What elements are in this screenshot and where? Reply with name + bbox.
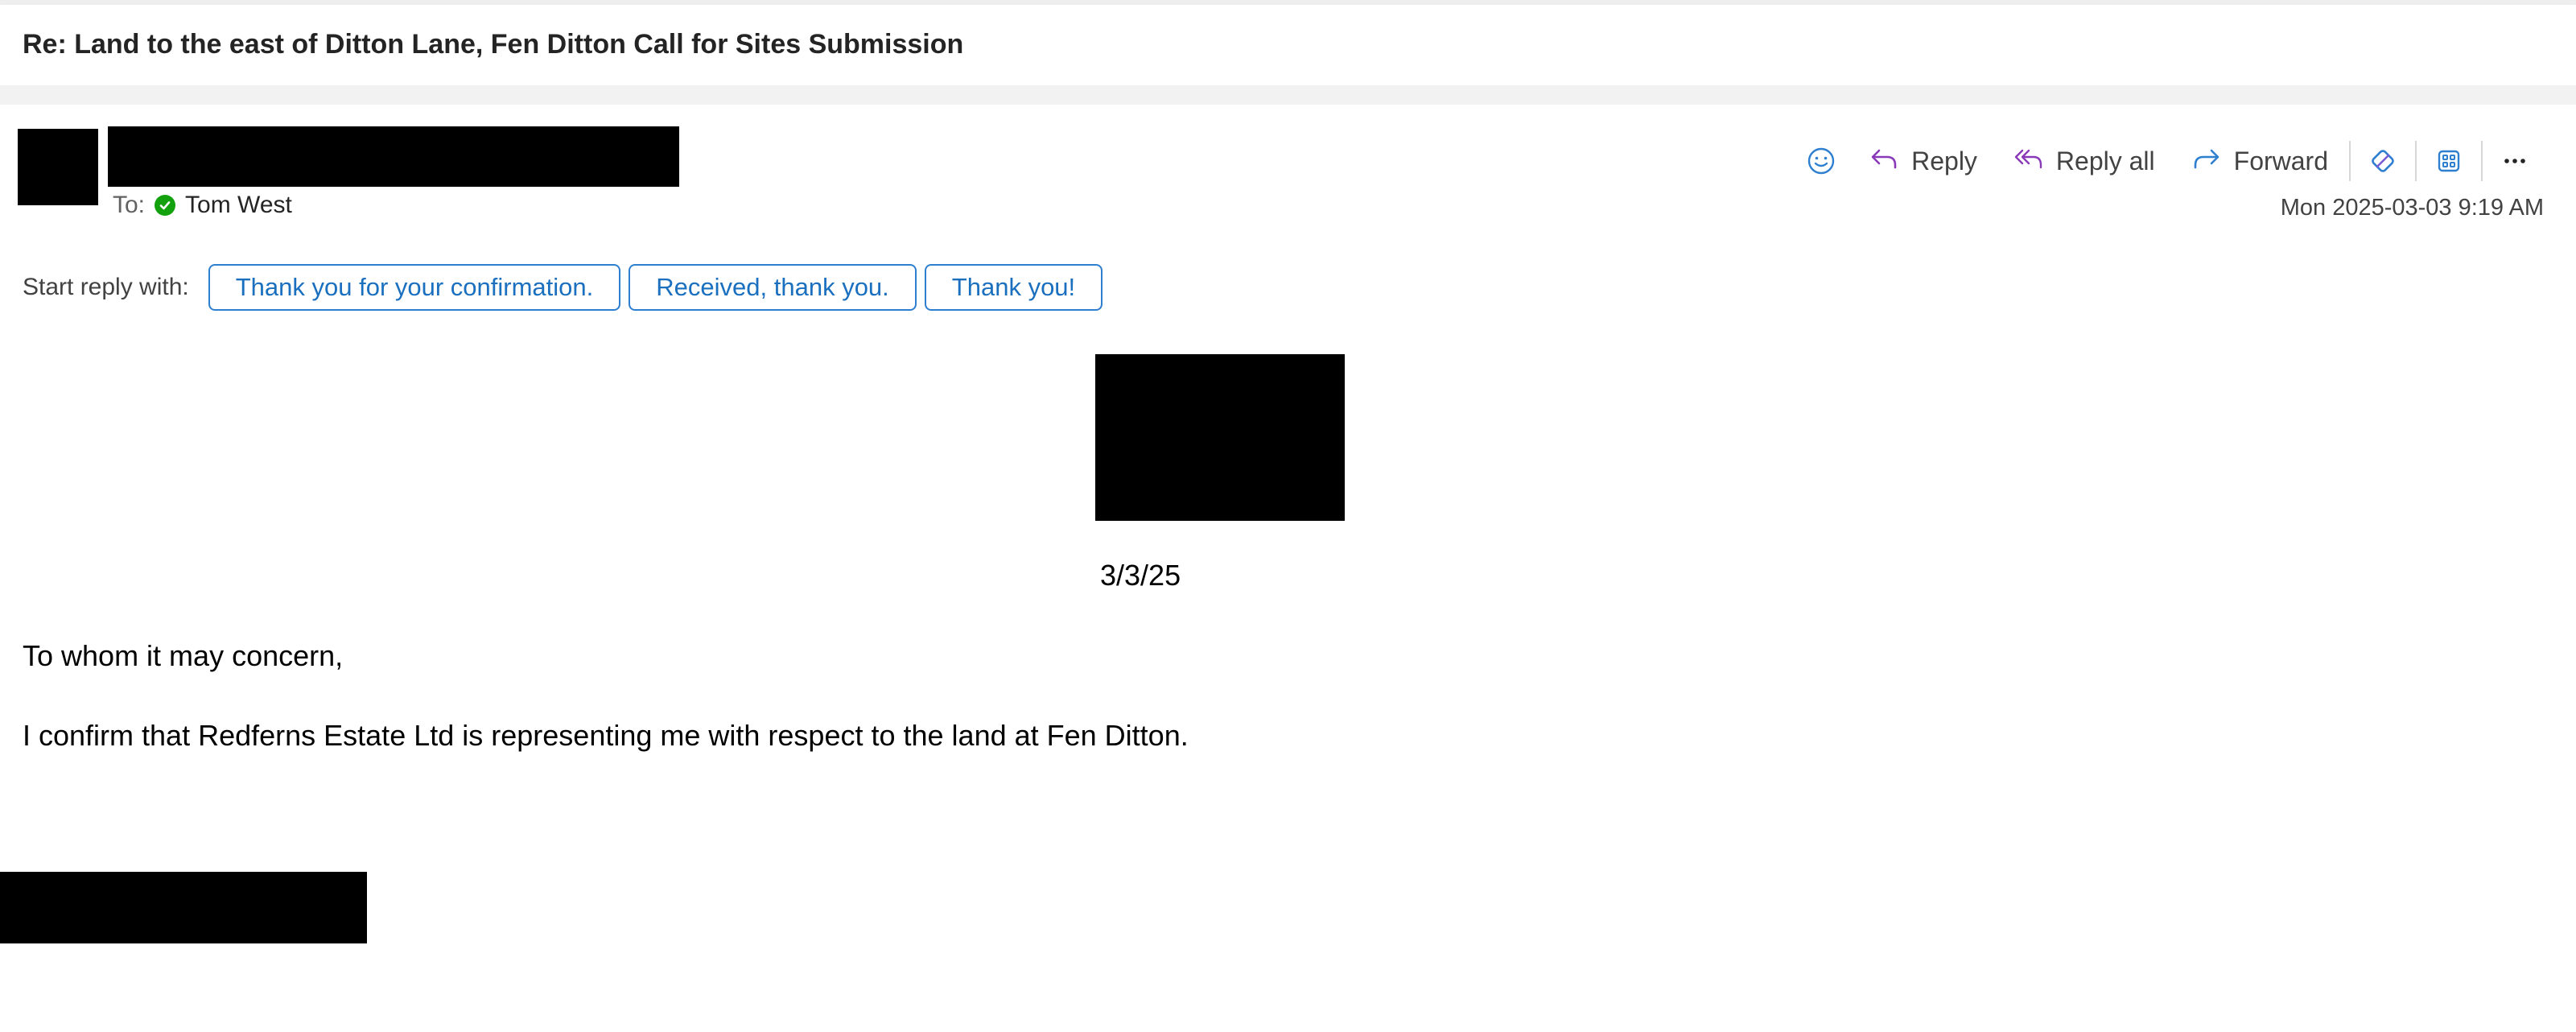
signature-redacted [0,872,367,943]
email-subject: Re: Land to the east of Ditton Lane, Fen… [23,29,964,60]
forward-label: Forward [2233,146,2328,175]
reply-icon [1868,142,1900,180]
recipient-name[interactable]: Tom West [185,192,292,219]
message-timestamp: Mon 2025-03-03 9:19 AM [2280,195,2544,221]
reply-button[interactable]: Reply [1850,135,1995,187]
reply-all-label: Reply all [2055,146,2155,175]
sender-name-redacted[interactable] [108,126,679,187]
letter-body-text: I confirm that Redferns Estate Ltd is re… [23,719,1189,752]
sender-avatar-redacted[interactable] [18,129,98,205]
apps-icon[interactable] [2420,135,2478,187]
toolbar-separator [2481,141,2483,181]
reply-label: Reply [1911,146,1977,175]
recipients-row: To: Tom West [113,192,292,219]
smiley-icon[interactable] [1792,135,1850,187]
more-icon[interactable] [2486,135,2544,187]
header-divider [0,85,2576,105]
suggested-reply-chip[interactable]: Thank you! [924,264,1103,311]
suggested-reply-chip[interactable]: Thank you for your confirmation. [208,264,621,311]
presence-available-icon [155,195,176,216]
forward-icon [2191,142,2223,180]
forward-button[interactable]: Forward [2173,135,2346,187]
toolbar-separator [2349,141,2351,181]
toolbar-separator [2415,141,2417,181]
reply-all-icon [2013,142,2045,180]
message-actions-toolbar: Reply Reply all Forward [1792,135,2544,187]
to-label: To: [113,192,146,218]
reply-all-button[interactable]: Reply all [1995,135,2173,187]
loop-icon[interactable] [2354,135,2412,187]
suggested-replies: Start reply with: Thank you for your con… [23,264,1103,311]
letter-greeting: To whom it may concern, [23,639,344,672]
letterhead-image-redacted [1095,354,1345,521]
suggested-replies-label: Start reply with: [23,274,189,300]
suggested-reply-chip[interactable]: Received, thank you. [629,264,917,311]
subject-bar: Re: Land to the east of Ditton Lane, Fen… [0,5,2576,85]
letter-date: 3/3/25 [1100,559,1181,592]
